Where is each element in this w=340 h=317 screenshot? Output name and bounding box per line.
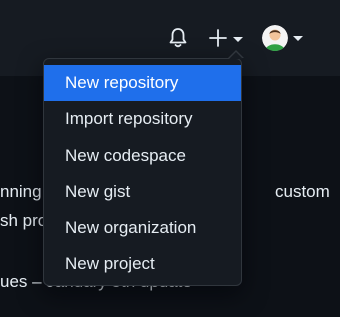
background-text-fragment: sh pro [0,211,48,230]
menu-list: New repository Import repository New cod… [44,59,241,283]
notifications-button[interactable] [166,26,190,50]
menu-item-new-project[interactable]: New project [44,246,241,282]
menu-pointer [229,52,243,59]
background-text-fragment: nning [0,182,42,201]
menu-item-new-organization[interactable]: New organization [44,210,241,246]
menu-item-new-repository[interactable]: New repository [44,65,241,102]
caret-down-icon [293,36,303,41]
menu-item-import-repository[interactable]: Import repository [44,101,241,137]
caret-down-icon [233,37,243,42]
create-new-dropdown-menu: New repository Import repository New cod… [43,50,244,286]
menu-item-new-codespace[interactable]: New codespace [44,138,241,174]
plus-icon [209,29,227,47]
menu-item-new-gist[interactable]: New gist [44,174,241,210]
create-new-button[interactable] [206,26,246,50]
bell-icon [169,28,187,48]
background-text-fragment: custom [275,182,330,201]
user-menu-button[interactable] [262,25,306,53]
avatar [262,25,288,51]
